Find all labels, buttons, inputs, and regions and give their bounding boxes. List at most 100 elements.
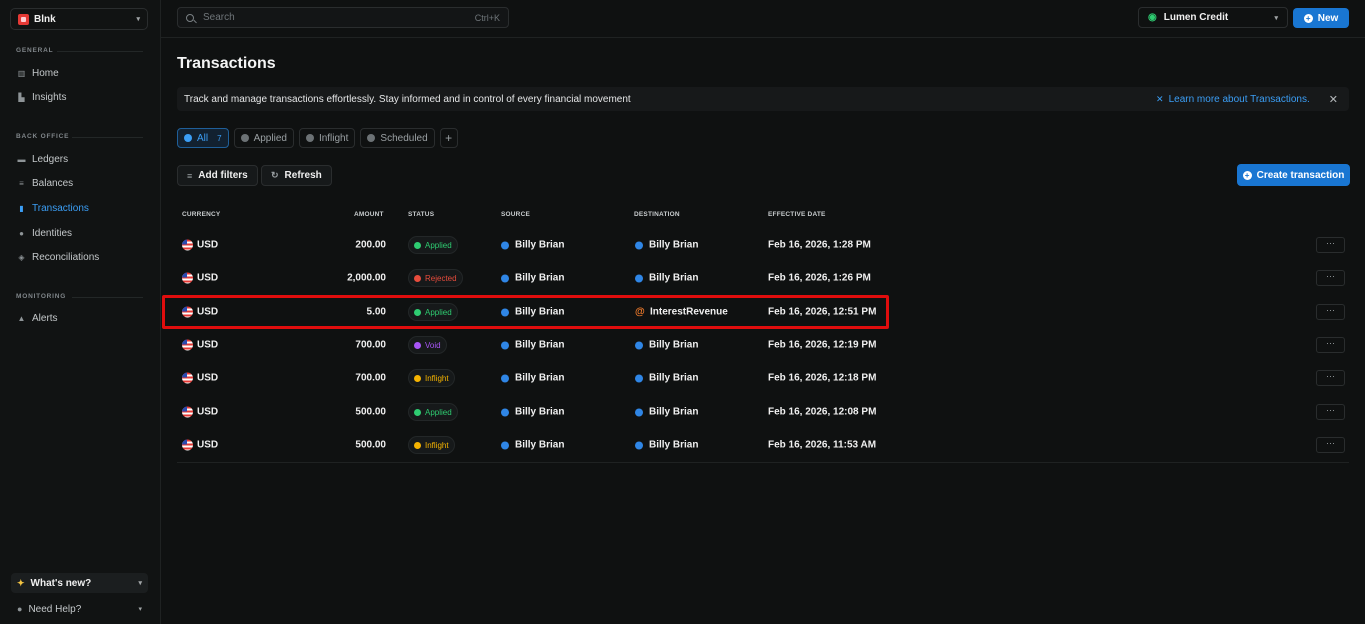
destination-cell[interactable]: Billy Brian bbox=[635, 340, 698, 351]
more-actions-button[interactable]: ··· bbox=[1316, 437, 1345, 453]
workspace-name: Blnk bbox=[34, 13, 56, 25]
tab-all[interactable]: All 7 bbox=[177, 128, 229, 148]
table-row[interactable]: USD 2,000.00 Rejected Billy Brian Billy Bria… bbox=[177, 262, 1349, 294]
sidebar-item-alerts[interactable]: ▲ Alerts bbox=[17, 311, 58, 325]
status-badge: Applied bbox=[408, 236, 458, 254]
whats-new-button[interactable]: ✦ What's new? ▾ bbox=[11, 573, 148, 593]
chevron-down-icon: ▾ bbox=[136, 16, 140, 23]
plus-icon: + bbox=[445, 131, 453, 145]
learn-more-link[interactable]: ✕ Learn more about Transactions. bbox=[1156, 94, 1310, 105]
reconcile-icon: ◈ bbox=[18, 252, 25, 262]
half-circle-icon bbox=[305, 134, 314, 142]
source-value: Billy Brian bbox=[515, 239, 565, 251]
sidebar: Blnk ▾ GENERAL ▥ Home ▙ Insights BACK OF… bbox=[0, 0, 161, 624]
source-cell[interactable]: Billy Brian bbox=[501, 373, 564, 384]
currency-value: USD bbox=[197, 439, 219, 451]
check-circle-icon bbox=[240, 134, 249, 142]
more-actions-button[interactable]: ··· bbox=[1316, 304, 1345, 320]
source-value: Billy Brian bbox=[515, 439, 565, 451]
sidebar-item-ledgers[interactable]: ▬ Ledgers bbox=[17, 152, 69, 166]
sidebar-item-balances[interactable]: ≡ Balances bbox=[17, 176, 73, 190]
filter-icon: ≡ bbox=[187, 170, 193, 181]
destination-cell[interactable]: Billy Brian bbox=[635, 407, 698, 418]
user-icon bbox=[635, 374, 643, 382]
need-help-button[interactable]: ● Need Help? ▾ bbox=[11, 600, 148, 618]
section-divider bbox=[72, 137, 143, 138]
effective-date-cell: Feb 16, 2026, 12:18 PM bbox=[768, 372, 877, 384]
table-row[interactable]: USD 500.00 Applied Billy Brian Billy Brian Fe… bbox=[177, 396, 1349, 428]
sidebar-item-label: Insights bbox=[32, 91, 67, 103]
us-flag-icon bbox=[182, 439, 193, 451]
more-actions-button[interactable]: ··· bbox=[1316, 370, 1345, 386]
table-row[interactable]: USD 200.00 Applied Billy Brian Billy Brian Fe… bbox=[177, 229, 1349, 261]
amount-cell: 700.00 bbox=[355, 372, 386, 384]
destination-value: Billy Brian bbox=[649, 272, 699, 284]
source-cell[interactable]: Billy Brian bbox=[501, 440, 564, 451]
new-button[interactable]: + New bbox=[1293, 8, 1349, 28]
us-flag-icon bbox=[182, 406, 193, 418]
tab-scheduled[interactable]: Scheduled bbox=[360, 128, 435, 148]
sidebar-item-label: Home bbox=[32, 67, 59, 79]
user-icon bbox=[635, 341, 643, 349]
destination-cell[interactable]: Billy Brian bbox=[635, 373, 698, 384]
tab-inflight[interactable]: Inflight bbox=[298, 128, 356, 148]
source-cell[interactable]: Billy Brian bbox=[501, 273, 564, 284]
more-actions-button[interactable]: ··· bbox=[1316, 237, 1345, 253]
source-cell[interactable]: Billy Brian bbox=[501, 340, 564, 351]
user-icon bbox=[635, 274, 643, 282]
table-row[interactable]: USD 700.00 Inflight Billy Brian Billy Brian F… bbox=[177, 362, 1349, 394]
source-value: Billy Brian bbox=[515, 272, 565, 284]
tab-label: All bbox=[197, 132, 209, 144]
source-cell[interactable]: Billy Brian bbox=[501, 407, 564, 418]
more-actions-button[interactable]: ··· bbox=[1316, 270, 1345, 286]
source-value: Billy Brian bbox=[515, 372, 565, 384]
amount-cell: 700.00 bbox=[355, 339, 386, 351]
sidebar-item-insights[interactable]: ▙ Insights bbox=[17, 90, 66, 104]
table-row[interactable]: USD 500.00 Inflight Billy Brian Billy Brian F… bbox=[177, 429, 1349, 461]
sidebar-item-label: Ledgers bbox=[32, 153, 69, 165]
banner-text: Track and manage transactions effortless… bbox=[184, 93, 631, 105]
currency-cell: USD bbox=[182, 406, 218, 418]
table-row[interactable]: USD 700.00 Void Billy Brian Billy Brian Feb 1… bbox=[177, 329, 1349, 361]
create-transaction-button[interactable]: + Create transaction bbox=[1237, 164, 1350, 186]
sidebar-item-label: Balances bbox=[32, 177, 74, 189]
refresh-label: Refresh bbox=[284, 170, 322, 181]
sidebar-item-identities[interactable]: ● Identities bbox=[17, 226, 72, 240]
more-actions-button[interactable]: ··· bbox=[1316, 337, 1345, 353]
search-input[interactable]: Search Ctrl+K bbox=[177, 7, 509, 28]
top-bar: Search Ctrl+K ◉ Lumen Credit ▾ + New bbox=[161, 0, 1365, 38]
sidebar-item-home[interactable]: ▥ Home bbox=[17, 66, 59, 80]
close-icon[interactable]: ✕ bbox=[1329, 93, 1338, 106]
table-divider bbox=[177, 462, 1349, 463]
status-icon bbox=[414, 274, 421, 282]
add-tab-button[interactable]: + bbox=[439, 128, 458, 148]
destination-cell[interactable]: Billy Brian bbox=[635, 273, 698, 284]
ledger-selector[interactable]: ◉ Lumen Credit ▾ bbox=[1138, 7, 1288, 28]
destination-cell[interactable]: Billy Brian bbox=[635, 240, 698, 251]
add-filters-label: Add filters bbox=[198, 170, 248, 181]
workspace-switcher[interactable]: Blnk ▾ bbox=[10, 8, 148, 30]
sidebar-item-reconciliations[interactable]: ◈ Reconciliations bbox=[17, 250, 99, 264]
destination-value: Billy Brian bbox=[649, 339, 699, 351]
more-actions-button[interactable]: ··· bbox=[1316, 404, 1345, 420]
tab-count: 7 bbox=[217, 133, 222, 143]
user-icon bbox=[501, 408, 509, 416]
effective-date-cell: Feb 16, 2026, 1:28 PM bbox=[768, 239, 871, 251]
refresh-button[interactable]: ↻ Refresh bbox=[261, 165, 332, 186]
source-cell[interactable]: Billy Brian bbox=[501, 240, 564, 251]
status-badge: Rejected bbox=[408, 269, 463, 287]
add-filters-button[interactable]: ≡ Add filters bbox=[177, 165, 258, 186]
tab-applied[interactable]: Applied bbox=[233, 128, 294, 148]
status-label: Void bbox=[425, 340, 441, 350]
section-label-monitoring: MONITORING bbox=[16, 293, 67, 300]
chart-icon: ▙ bbox=[18, 92, 25, 102]
source-value: Billy Brian bbox=[515, 406, 565, 418]
status-label: Applied bbox=[425, 407, 452, 417]
us-flag-icon bbox=[182, 272, 193, 284]
sidebar-item-transactions[interactable]: ▮ Transactions bbox=[17, 201, 89, 215]
source-value: Billy Brian bbox=[515, 339, 565, 351]
sidebar-item-label: Reconciliations bbox=[32, 251, 100, 263]
user-icon bbox=[501, 441, 509, 449]
destination-cell[interactable]: Billy Brian bbox=[635, 440, 698, 451]
effective-date-cell: Feb 16, 2026, 12:08 PM bbox=[768, 406, 877, 418]
